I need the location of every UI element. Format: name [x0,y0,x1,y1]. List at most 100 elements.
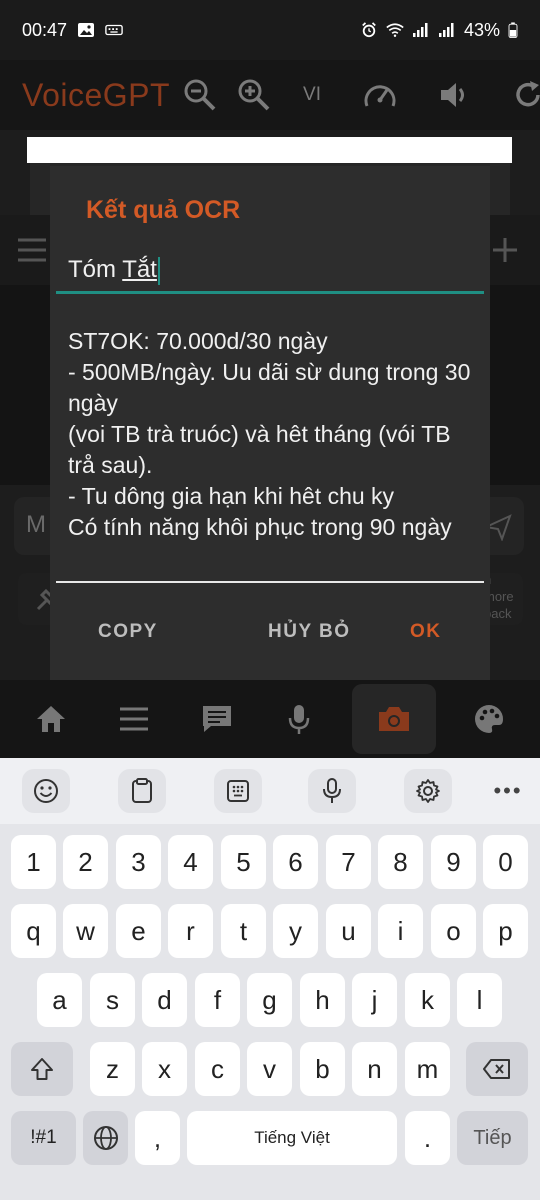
shift-key[interactable] [11,1042,73,1096]
battery-percent: 43% [463,19,500,40]
key-c[interactable]: c [195,1042,240,1096]
key-h[interactable]: h [300,973,345,1027]
more-options-icon[interactable]: ••• [484,769,532,813]
title-input-text-1: Tóm [68,256,123,283]
key-w[interactable]: w [63,904,108,958]
key-t[interactable]: t [221,904,266,958]
key-b[interactable]: b [300,1042,345,1096]
volume-icon[interactable] [424,75,484,115]
input-placeholder-clip: M [26,511,46,538]
key-v[interactable]: v [247,1042,292,1096]
status-bar: 00:47 43% [0,0,540,60]
menu-icon[interactable] [16,237,48,263]
key-s[interactable]: s [90,973,135,1027]
keyboard-keys: 1 2 3 4 5 6 7 8 9 0 q w e r t y u i o p … [0,824,540,1200]
bottom-nav [0,680,540,758]
period-key[interactable]: . [405,1111,450,1165]
key-k[interactable]: k [405,973,450,1027]
key-r[interactable]: r [168,904,213,958]
key-x[interactable]: x [142,1042,187,1096]
gear-icon [416,779,440,803]
key-2[interactable]: 2 [63,835,108,889]
keyboard-toolbar: ••• [0,758,540,824]
backspace-key[interactable] [466,1042,528,1096]
key-l[interactable]: l [457,973,502,1027]
space-key[interactable]: Tiếng Việt [187,1111,397,1165]
key-j[interactable]: j [352,973,397,1027]
next-key[interactable]: Tiếp [457,1111,528,1165]
key-a[interactable]: a [37,973,82,1027]
refresh-icon[interactable] [498,75,540,115]
key-p[interactable]: p [483,904,528,958]
globe-icon [93,1126,118,1150]
keypad-icon [227,780,249,802]
key-g[interactable]: g [247,973,292,1027]
key-0[interactable]: 0 [483,835,528,889]
list-icon [119,707,148,731]
key-e[interactable]: e [116,904,161,958]
key-o[interactable]: o [431,904,476,958]
cancel-button[interactable]: HỦY BỎ [268,621,351,643]
dialog-title: Kết quả OCR [86,196,241,224]
zoom-in-icon[interactable] [234,75,274,115]
key-u[interactable]: u [326,904,371,958]
settings-button[interactable] [404,769,452,813]
shift-icon [31,1058,53,1080]
key-7[interactable]: 7 [326,835,371,889]
comma-key[interactable]: , [135,1111,180,1165]
emoji-button[interactable] [22,769,70,813]
key-y[interactable]: y [273,904,318,958]
wifi-icon [386,23,404,37]
add-icon[interactable] [490,235,520,265]
nav-theme[interactable] [459,689,519,749]
clipboard-button[interactable] [118,769,166,813]
key-f[interactable]: f [195,973,240,1027]
key-8[interactable]: 8 [378,835,423,889]
text-cursor [157,256,160,285]
key-5[interactable]: 5 [221,835,266,889]
nav-home[interactable] [21,689,81,749]
battery-icon [508,22,518,38]
key-6[interactable]: 6 [273,835,318,889]
key-q[interactable]: q [11,904,56,958]
nav-chat[interactable] [187,689,247,749]
emoji-icon [34,779,58,803]
key-3[interactable]: 3 [116,835,161,889]
nav-list[interactable] [104,689,164,749]
home-icon [37,706,66,732]
ocr-title-input[interactable]: Tóm Tắt [56,250,484,294]
key-n[interactable]: n [352,1042,397,1096]
nav-voice[interactable] [269,689,329,749]
key-i[interactable]: i [378,904,423,958]
symbols-key[interactable]: !#1 [11,1111,76,1165]
key-d[interactable]: d [142,973,187,1027]
key-m[interactable]: m [405,1042,450,1096]
body-underline [56,581,484,583]
zoom-out-icon[interactable] [180,75,220,115]
key-9[interactable]: 9 [431,835,476,889]
microphone-icon [289,705,310,734]
voice-input-button[interactable] [308,769,356,813]
nav-camera[interactable] [351,684,436,754]
copy-button[interactable]: COPY [98,621,158,643]
speed-icon[interactable] [350,75,410,115]
key-4[interactable]: 4 [168,835,213,889]
alarm-icon [362,22,376,38]
key-z[interactable]: z [90,1042,135,1096]
clipboard-icon [132,778,152,803]
dialog-actions: COPY HỦY BỎ OK [50,621,490,661]
language-key[interactable] [83,1111,128,1165]
ocr-result-dialog: Kết quả OCR Tóm Tắt ST7OK: 70.000d/30 ng… [50,166,490,680]
signal-icon-2 [438,23,454,37]
title-input-text-2: Tắt [122,256,157,283]
ok-button[interactable]: OK [410,621,442,643]
backspace-icon [483,1059,510,1079]
key-1[interactable]: 1 [11,835,56,889]
ad-banner[interactable] [27,137,512,163]
ocr-body-text[interactable]: ST7OK: 70.000d/30 ngày - 500MB/ngày. Uu … [68,326,478,543]
palette-icon [474,705,503,733]
language-button[interactable]: VI [288,75,336,115]
gallery-icon [78,23,95,37]
keypad-button[interactable] [214,769,262,813]
keyboard-icon [105,24,123,36]
